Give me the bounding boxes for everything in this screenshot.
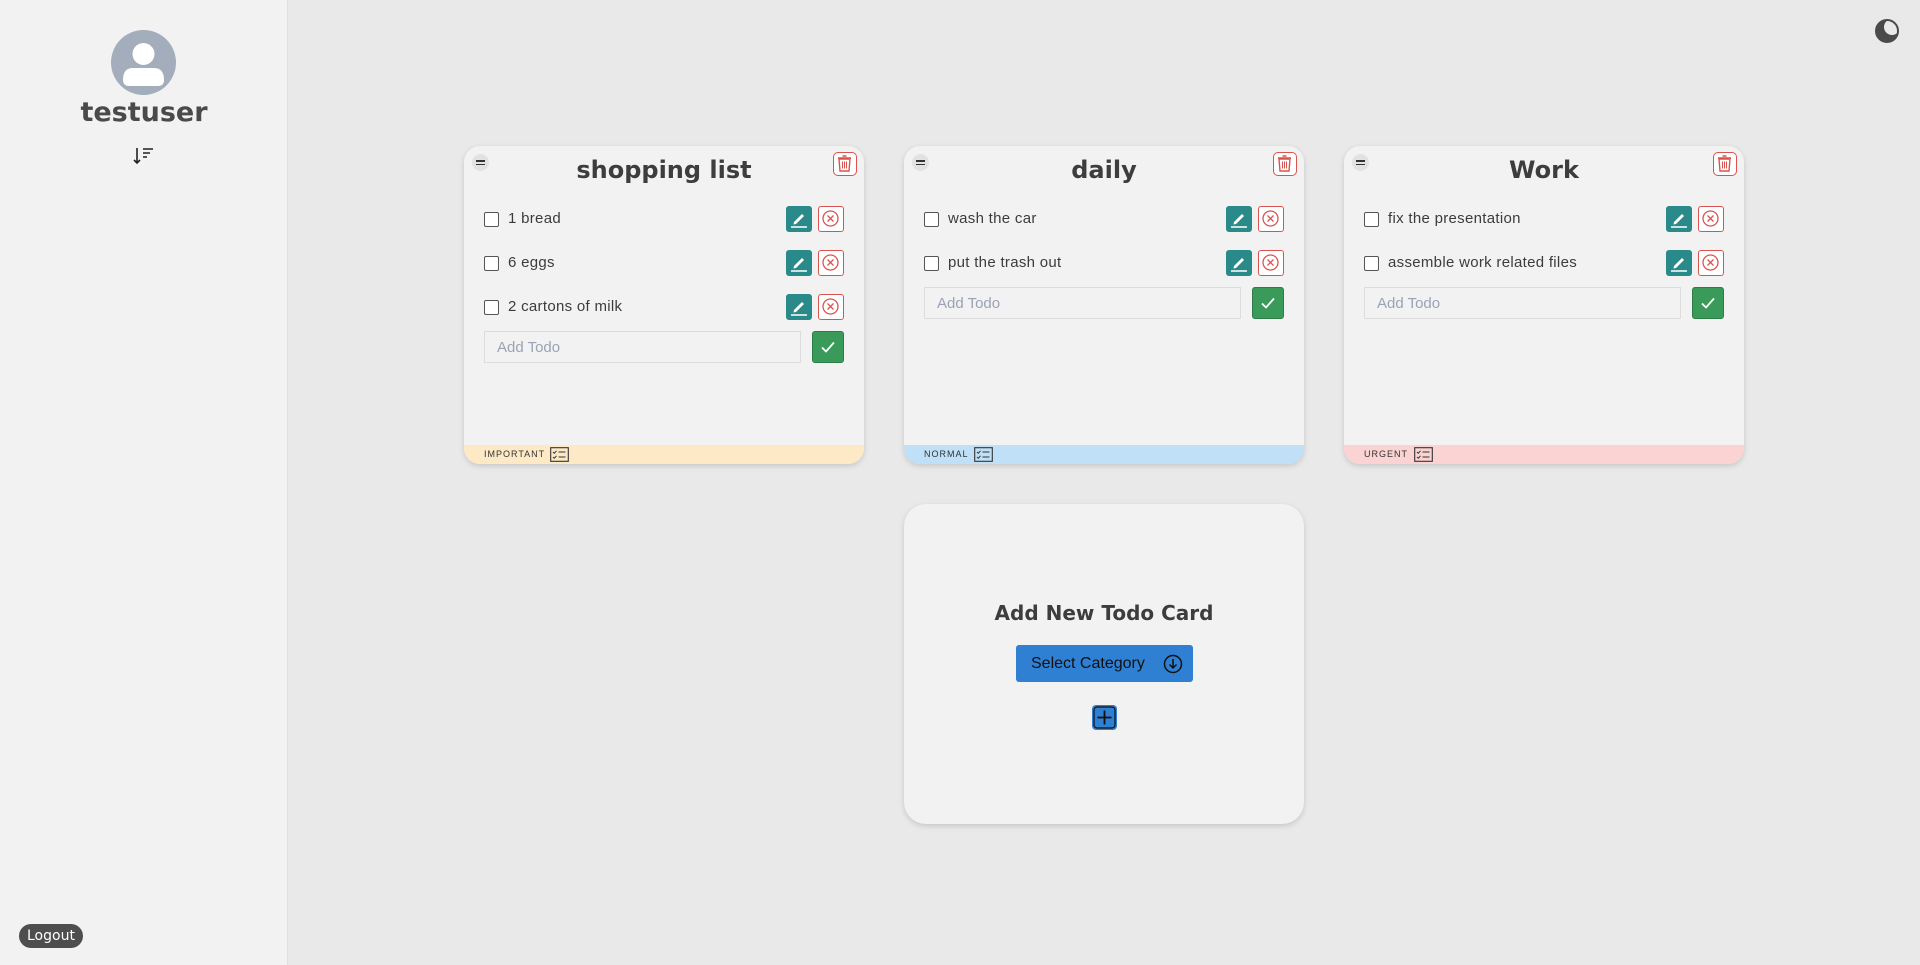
sort-descending-icon bbox=[133, 148, 153, 165]
sidebar: testuser Logout bbox=[0, 0, 288, 965]
remove-todo-button[interactable] bbox=[818, 250, 844, 276]
theme-toggle-button[interactable] bbox=[1874, 18, 1900, 44]
close-circle-icon bbox=[822, 254, 839, 271]
todo-item: 2 cartons of milk bbox=[484, 292, 844, 322]
todo-checkbox[interactable] bbox=[924, 256, 939, 271]
checkmark-icon bbox=[821, 341, 835, 353]
logout-button[interactable]: Logout bbox=[19, 924, 83, 948]
todo-item: put the trash out bbox=[924, 248, 1284, 278]
edit-todo-button[interactable] bbox=[786, 206, 812, 232]
card-title: daily bbox=[1071, 156, 1137, 184]
add-card-button[interactable] bbox=[1092, 705, 1117, 730]
arrow-down-circle-icon bbox=[1163, 654, 1183, 674]
remove-todo-button[interactable] bbox=[1698, 206, 1724, 232]
todo-checkbox[interactable] bbox=[924, 212, 939, 227]
remove-todo-button[interactable] bbox=[818, 206, 844, 232]
todo-card-shopping-list: shopping list 1 bread 6 eggs 2 cartons o… bbox=[464, 146, 864, 464]
delete-card-button[interactable] bbox=[1273, 152, 1297, 176]
edit-todo-button[interactable] bbox=[1226, 250, 1252, 276]
delete-card-button[interactable] bbox=[833, 152, 857, 176]
trash-icon bbox=[1718, 155, 1731, 172]
pencil-icon bbox=[1231, 258, 1247, 272]
todo-text: 1 bread bbox=[508, 210, 561, 227]
sort-button[interactable] bbox=[133, 146, 155, 166]
close-circle-icon bbox=[1262, 210, 1279, 227]
select-category-label: Select Category bbox=[1031, 655, 1145, 672]
edit-todo-button[interactable] bbox=[1666, 250, 1692, 276]
checklist-icon bbox=[974, 447, 993, 462]
close-circle-icon bbox=[822, 298, 839, 315]
new-card-title: Add New Todo Card bbox=[994, 601, 1214, 625]
checkmark-icon bbox=[1701, 297, 1715, 309]
edit-todo-button[interactable] bbox=[786, 250, 812, 276]
category-label: URGENT bbox=[1364, 449, 1408, 459]
todo-item: 6 eggs bbox=[484, 248, 844, 278]
pencil-icon bbox=[1671, 258, 1687, 272]
add-todo-input[interactable] bbox=[484, 331, 801, 363]
trash-icon bbox=[1278, 155, 1291, 172]
pencil-icon bbox=[1671, 214, 1687, 228]
pencil-icon bbox=[791, 214, 807, 228]
select-category-dropdown[interactable]: Select Category bbox=[1016, 645, 1193, 682]
category-footer: NORMAL bbox=[904, 445, 1304, 464]
category-footer: URGENT bbox=[1344, 445, 1744, 464]
category-label: IMPORTANT bbox=[484, 449, 546, 459]
checklist-icon bbox=[550, 447, 569, 462]
todo-text: 2 cartons of milk bbox=[508, 298, 623, 315]
close-circle-icon bbox=[1262, 254, 1279, 271]
close-circle-icon bbox=[1702, 210, 1719, 227]
add-todo-button[interactable] bbox=[812, 331, 844, 363]
trash-icon bbox=[838, 155, 851, 172]
card-title: shopping list bbox=[576, 156, 752, 184]
add-todo-button[interactable] bbox=[1692, 287, 1724, 319]
add-todo-input[interactable] bbox=[1364, 287, 1681, 319]
category-label: NORMAL bbox=[924, 449, 969, 459]
edit-todo-button[interactable] bbox=[1226, 206, 1252, 232]
todo-text: 6 eggs bbox=[508, 254, 555, 271]
todo-checkbox[interactable] bbox=[484, 212, 499, 227]
close-circle-icon bbox=[822, 210, 839, 227]
username: testuser bbox=[80, 97, 208, 128]
todo-checkbox[interactable] bbox=[484, 300, 499, 315]
pencil-icon bbox=[791, 258, 807, 272]
remove-todo-button[interactable] bbox=[1258, 206, 1284, 232]
user-avatar-icon bbox=[123, 43, 164, 86]
todo-checkbox[interactable] bbox=[484, 256, 499, 271]
card-title: Work bbox=[1509, 156, 1579, 184]
edit-todo-button[interactable] bbox=[786, 294, 812, 320]
checkmark-icon bbox=[1261, 297, 1275, 309]
close-circle-icon bbox=[1702, 254, 1719, 271]
pencil-icon bbox=[791, 302, 807, 316]
todo-checkbox[interactable] bbox=[1364, 212, 1379, 227]
add-todo-button[interactable] bbox=[1252, 287, 1284, 319]
remove-todo-button[interactable] bbox=[818, 294, 844, 320]
add-new-card-panel: Add New Todo Card Select Category bbox=[904, 504, 1304, 824]
moon-icon bbox=[1875, 19, 1900, 43]
remove-todo-button[interactable] bbox=[1698, 250, 1724, 276]
add-todo-input[interactable] bbox=[924, 287, 1241, 319]
plus-icon bbox=[1093, 706, 1116, 729]
todo-card-work: Work fix the presentation assemble work … bbox=[1344, 146, 1744, 464]
todo-item: 1 bread bbox=[484, 204, 844, 234]
todo-text: assemble work related files bbox=[1388, 254, 1578, 271]
todo-checkbox[interactable] bbox=[1364, 256, 1379, 271]
todo-card-daily: daily wash the car put the trash out Add… bbox=[904, 146, 1304, 464]
pencil-icon bbox=[1231, 214, 1247, 228]
todo-text: put the trash out bbox=[948, 254, 1062, 271]
todo-text: wash the car bbox=[948, 210, 1037, 227]
category-footer: IMPORTANT bbox=[464, 445, 864, 464]
todo-item: wash the car bbox=[924, 204, 1284, 234]
todo-item: assemble work related files bbox=[1364, 248, 1724, 278]
avatar bbox=[111, 30, 176, 95]
edit-todo-button[interactable] bbox=[1666, 206, 1692, 232]
todo-item: fix the presentation bbox=[1364, 204, 1724, 234]
todo-text: fix the presentation bbox=[1388, 210, 1521, 227]
delete-card-button[interactable] bbox=[1713, 152, 1737, 176]
remove-todo-button[interactable] bbox=[1258, 250, 1284, 276]
checklist-icon bbox=[1414, 447, 1433, 462]
